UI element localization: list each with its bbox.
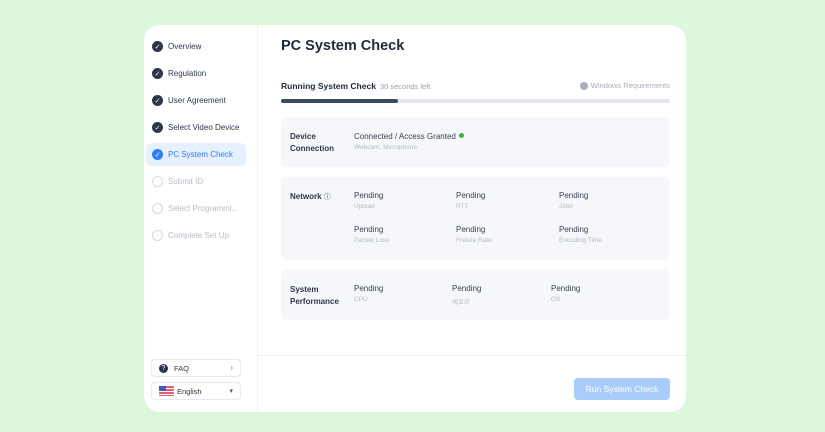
check-icon: ✓ [152,149,163,160]
label-line: Network [290,192,322,201]
step-nav: ✓ Overview ✓ Regulation ✓ User Agreement ✓ S… [146,35,246,251]
metric-cell: Pending CPU [354,284,383,303]
section-label: System Performance [290,284,339,308]
setup-card: ✓ Overview ✓ Regulation ✓ User Agreement ✓ S… [144,25,686,412]
running-label: Running System Check [281,81,376,91]
device-status: Connected / Access Granted Webcam, Microp… [354,132,464,151]
footer-divider [258,355,686,356]
section-label: Network ⓘ [290,191,331,204]
label-line: Performance [290,297,339,306]
metric-value: Pending [354,191,384,200]
metric-label: OS [551,296,561,303]
step-overview[interactable]: ✓ Overview [146,35,246,58]
running-status: Running System Check 30 seconds left [281,81,430,91]
step-label: Overview [168,42,202,51]
metric-value: Pending [354,225,384,234]
faq-label: FAQ [174,363,190,373]
metric-value: Pending [456,191,486,200]
metric-cell: Pending Upload [354,191,383,210]
pending-icon: ◦ [152,230,163,241]
metric-value: Pending [559,191,589,200]
step-regulation[interactable]: ✓ Regulation [146,62,246,85]
metric-label: Packet Loss [354,237,390,244]
metric-cell: Pending Jitter [559,191,588,210]
chevron-right-icon: › [230,364,233,372]
network-section: Network ⓘ Pending Upload Pending RTT Pending… [281,177,670,260]
metric-value: Pending [354,284,384,293]
caret-down-icon: ▾ [229,388,233,395]
step-complete-setup[interactable]: ◦ Complete Set Up [146,224,246,247]
windows-requirements-link[interactable]: Windows Requirements [579,81,670,90]
metric-label: Encoding Time [559,237,602,244]
metric-value: Pending [456,225,486,234]
step-select-video-device[interactable]: ✓ Select Video Device [146,116,246,139]
run-system-check-button[interactable]: Run System Check [574,378,670,400]
progress-bar [281,99,670,103]
metric-label: 메모리 [452,299,470,306]
label-line: System [290,285,319,294]
step-label: User Agreement [168,96,226,105]
language-label: English [177,386,202,396]
metric-cell: Pending Freeze Rate [456,225,492,244]
check-icon: ✓ [152,95,163,106]
faq-button[interactable]: ? FAQ › [151,359,241,377]
metric-value: Pending [551,284,581,293]
metric-cell: Pending RTT [456,191,485,210]
step-label: Submit ID [168,177,204,186]
status-sub: Webcam, Microphone [354,144,418,151]
metric-cell: Pending 메모리 [452,284,481,306]
label-line: Device [290,132,316,141]
step-submit-id[interactable]: ◦ Submit ID [146,170,246,193]
metric-cell: Pending Encoding Time [559,225,602,244]
metric-label: CPU [354,296,368,303]
step-label: PC System Check [168,150,233,159]
time-left: 30 seconds left [379,82,431,91]
windows-requirements-label: Windows Requirements [590,81,670,90]
step-label: Regulation [168,69,207,78]
pending-icon: ◦ [152,176,163,187]
status-dot-icon [458,133,464,138]
section-label: Device Connection [290,131,334,155]
sidebar: ✓ Overview ✓ Regulation ✓ User Agreement ✓ S… [144,25,258,412]
metric-cell: Pending Packet Loss [354,225,389,244]
step-label: Select Programml... [168,204,239,213]
help-circle-icon[interactable]: ⓘ [324,194,331,201]
metric-label: RTT [456,203,469,210]
metric-value: Pending [559,225,589,234]
us-flag-icon [159,386,174,396]
info-icon [579,81,588,90]
step-label: Select Video Device [168,123,240,132]
check-icon: ✓ [152,41,163,52]
metric-cell: Pending OS [551,284,580,303]
metric-label: Freeze Rate [456,237,492,244]
metric-value: Pending [452,284,482,293]
device-connection-section: Device Connection Connected / Access Gran… [281,117,670,167]
page-title: PC System Check [281,38,405,54]
help-icon: ? [159,363,168,373]
system-performance-section: System Performance Pending CPU Pending 메모리 Pe… [281,270,670,320]
step-label: Complete Set Up [168,231,229,240]
language-select[interactable]: English ▾ [151,382,241,400]
check-icon: ✓ [152,68,163,79]
pending-icon: ◦ [152,203,163,214]
metric-label: Jitter [559,203,574,210]
step-user-agreement[interactable]: ✓ User Agreement [146,89,246,112]
progress-fill [281,99,398,103]
step-pc-system-check[interactable]: ✓ PC System Check [146,143,246,166]
status-value: Connected / Access Granted [354,132,456,141]
metric-label: Upload [354,203,375,210]
step-select-program[interactable]: ◦ Select Programml... [146,197,246,220]
label-line: Connection [290,144,334,153]
check-icon: ✓ [152,122,163,133]
